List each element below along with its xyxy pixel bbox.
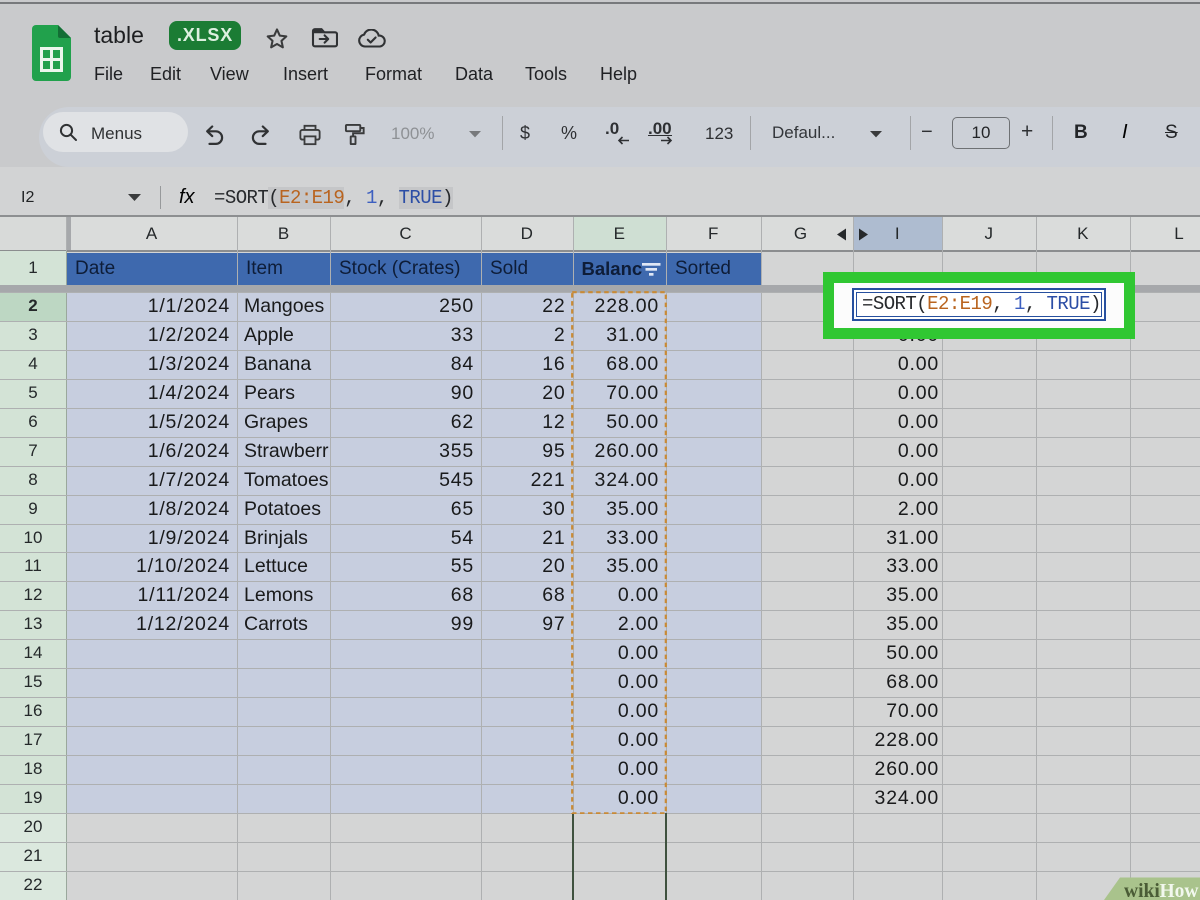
- svg-text:wiki: wiki: [1124, 881, 1160, 900]
- svg-text:How: How: [1160, 881, 1199, 900]
